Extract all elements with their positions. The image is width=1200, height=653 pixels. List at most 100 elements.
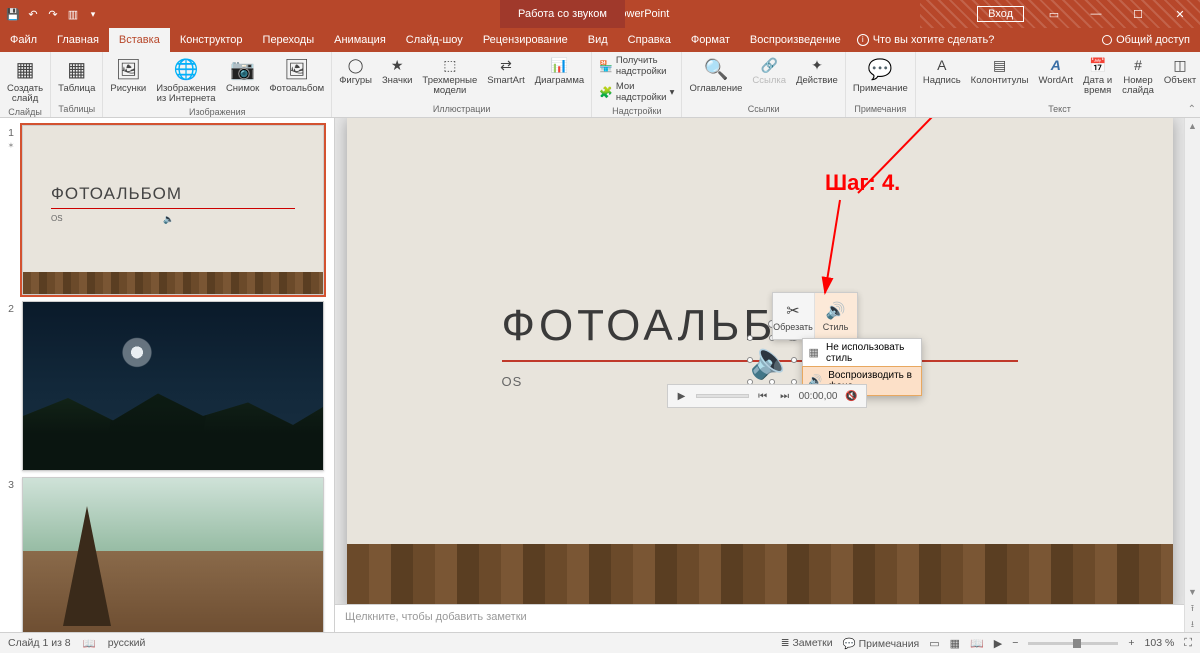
action-icon: ✦ [807, 55, 827, 75]
date-time-button[interactable]: 📅Дата и время [1080, 54, 1115, 97]
link-icon: 🔗 [759, 55, 779, 75]
zoom-level[interactable]: 103 % [1145, 637, 1175, 649]
slide-editor: ФОТОАЛЬБОМ OS 🔈 ✂Обрезать [335, 118, 1184, 632]
group-images: 🖼Рисунки 🌐Изображения из Интернета 📷Сним… [103, 52, 332, 117]
qat-dropdown-icon[interactable]: ▾ [86, 7, 100, 21]
tab-рецензирование[interactable]: Рецензирование [473, 28, 578, 52]
thumbnail-3[interactable] [22, 477, 324, 632]
annotation-arrow [335, 118, 1184, 604]
share-button[interactable]: Общий доступ [1102, 28, 1200, 52]
tab-воспроизведение[interactable]: Воспроизведение [740, 28, 851, 52]
icons-button[interactable]: ★Значки [379, 54, 415, 87]
chart-icon: 📊 [549, 55, 569, 75]
tab-формат[interactable]: Формат [681, 28, 740, 52]
slide-thumbnails-panel[interactable]: 1✶ ФОТОАЛЬБОМ OS 🔈 2 3 [0, 118, 335, 632]
online-pictures-button[interactable]: 🌐Изображения из Интернета [153, 54, 219, 105]
photo-album-button[interactable]: 🖼Фотоальбом [266, 54, 327, 95]
slideshow-view-icon[interactable]: ▶ [994, 637, 1002, 650]
online-picture-icon: 🌐 [172, 55, 200, 83]
fit-to-window-icon[interactable]: ⛶ [1184, 637, 1192, 650]
maximize-icon[interactable]: ☐ [1118, 0, 1158, 28]
tab-справка[interactable]: Справка [618, 28, 681, 52]
comments-toggle[interactable]: 💬 Примечания [843, 637, 920, 650]
thumbnail-1[interactable]: ФОТОАЛЬБОМ OS 🔈 [22, 125, 324, 295]
language-indicator[interactable]: русский [108, 637, 146, 649]
wordart-icon: A [1046, 55, 1066, 75]
header-footer-button[interactable]: ▤Колонтитулы [968, 54, 1032, 87]
zoom-in-button[interactable]: + [1128, 637, 1134, 649]
tab-вставка[interactable]: Вставка [109, 28, 170, 52]
share-label: Общий доступ [1116, 34, 1190, 46]
table-icon: ▦ [63, 55, 91, 83]
get-addins-button[interactable]: 🏪Получить надстройки [596, 54, 677, 78]
pictures-button[interactable]: 🖼Рисунки [107, 54, 149, 95]
number-icon: # [1128, 55, 1148, 75]
tab-слайд-шоу[interactable]: Слайд-шоу [396, 28, 473, 52]
start-from-beginning-icon[interactable]: ▥ [66, 7, 80, 21]
cube-icon: ⬚ [440, 55, 460, 75]
close-icon[interactable]: ✕ [1160, 0, 1200, 28]
group-tables: ▦Таблица Таблицы [51, 52, 103, 117]
zoom-button[interactable]: 🔍Оглавление [686, 54, 745, 95]
slide-sorter-icon[interactable]: ▦ [950, 637, 960, 650]
save-icon[interactable]: 💾 [6, 7, 20, 21]
slide-number: 1 [8, 127, 14, 139]
person-icon [1102, 35, 1112, 45]
comment-icon: 💬 [866, 55, 894, 83]
notes-pane[interactable]: Щелкните, чтобы добавить заметки [335, 604, 1184, 632]
tell-me-search[interactable]: i Что вы хотите сделать? [857, 28, 995, 52]
slide-number-button[interactable]: #Номер слайда [1119, 54, 1157, 97]
scroll-up-icon[interactable]: ▲ [1188, 118, 1197, 134]
smartart-button[interactable]: ⇄SmartArt [484, 54, 527, 87]
tab-конструктор[interactable]: Конструктор [170, 28, 253, 52]
signin-button[interactable]: Вход [977, 6, 1024, 22]
new-slide-icon: ▦ [11, 55, 39, 83]
object-button[interactable]: ◫Объект [1161, 54, 1199, 87]
slide-indicator[interactable]: Слайд 1 из 8 [8, 637, 71, 649]
speaker-icon: 🔈 [163, 214, 174, 225]
collapse-ribbon-icon[interactable]: ⌃ [1188, 104, 1196, 115]
wordart-button[interactable]: AWordArt [1036, 54, 1077, 87]
group-links: 🔍Оглавление 🔗Ссылка ✦Действие Ссылки [682, 52, 845, 117]
3d-models-button[interactable]: ⬚Трехмерные модели [419, 54, 480, 97]
shapes-button[interactable]: ◯Фигуры [336, 54, 375, 87]
table-button[interactable]: ▦Таблица [55, 54, 98, 95]
thumbnail-2[interactable] [22, 301, 324, 471]
zoom-slider[interactable] [1028, 642, 1118, 645]
tab-файл[interactable]: Файл [0, 28, 47, 52]
scroll-down-icon[interactable]: ▼ [1188, 584, 1197, 600]
screenshot-icon: 📷 [229, 55, 257, 83]
ribbon: ▦Создать слайд Слайды ▦Таблица Таблицы 🖼… [0, 52, 1200, 118]
new-slide-button[interactable]: ▦Создать слайд [4, 54, 46, 105]
title-bar: 💾 ↶ ↷ ▥ ▾ Презентация2 - PowerPoint Рабо… [0, 0, 1200, 28]
thumbnail-slot: 1✶ ФОТОАЛЬБОМ OS 🔈 [0, 122, 334, 298]
textbox-button[interactable]: AНадпись [920, 54, 964, 87]
tab-переходы[interactable]: Переходы [253, 28, 325, 52]
vertical-scrollbar[interactable]: ▲ ▼ ⭱ ⭳ [1184, 118, 1200, 632]
reading-view-icon[interactable]: 📖 [970, 637, 984, 650]
undo-icon[interactable]: ↶ [26, 7, 40, 21]
prev-slide-icon[interactable]: ⭱ [1191, 600, 1194, 616]
notes-toggle[interactable]: ≣ Заметки [781, 637, 833, 649]
thumbnail-slot: 3 [0, 474, 334, 632]
screenshot-button[interactable]: 📷Снимок [223, 54, 262, 95]
spellcheck-icon[interactable]: 📖 [83, 637, 96, 650]
shapes-icon: ◯ [346, 55, 366, 75]
action-button[interactable]: ✦Действие [793, 54, 841, 87]
normal-view-icon[interactable]: ▭ [929, 637, 939, 650]
tell-me-label: Что вы хотите сделать? [873, 34, 995, 46]
next-slide-icon[interactable]: ⭳ [1191, 616, 1194, 632]
group-slides: ▦Создать слайд Слайды [0, 52, 51, 117]
zoom-out-button[interactable]: − [1012, 637, 1018, 649]
minimize-icon[interactable]: — [1076, 0, 1116, 28]
ribbon-display-icon[interactable]: ▭ [1034, 0, 1074, 28]
chart-button[interactable]: 📊Диаграмма [532, 54, 587, 87]
tab-главная[interactable]: Главная [47, 28, 109, 52]
comment-button[interactable]: 💬Примечание [850, 54, 911, 95]
redo-icon[interactable]: ↷ [46, 7, 60, 21]
link-button[interactable]: 🔗Ссылка [749, 54, 789, 87]
tab-анимация[interactable]: Анимация [324, 28, 396, 52]
tab-вид[interactable]: Вид [578, 28, 618, 52]
workspace: 1✶ ФОТОАЛЬБОМ OS 🔈 2 3 ФОТОАЛЬБОМ OS [0, 118, 1200, 632]
my-addins-button[interactable]: 🧩Мои надстройки ▾ [596, 80, 677, 104]
